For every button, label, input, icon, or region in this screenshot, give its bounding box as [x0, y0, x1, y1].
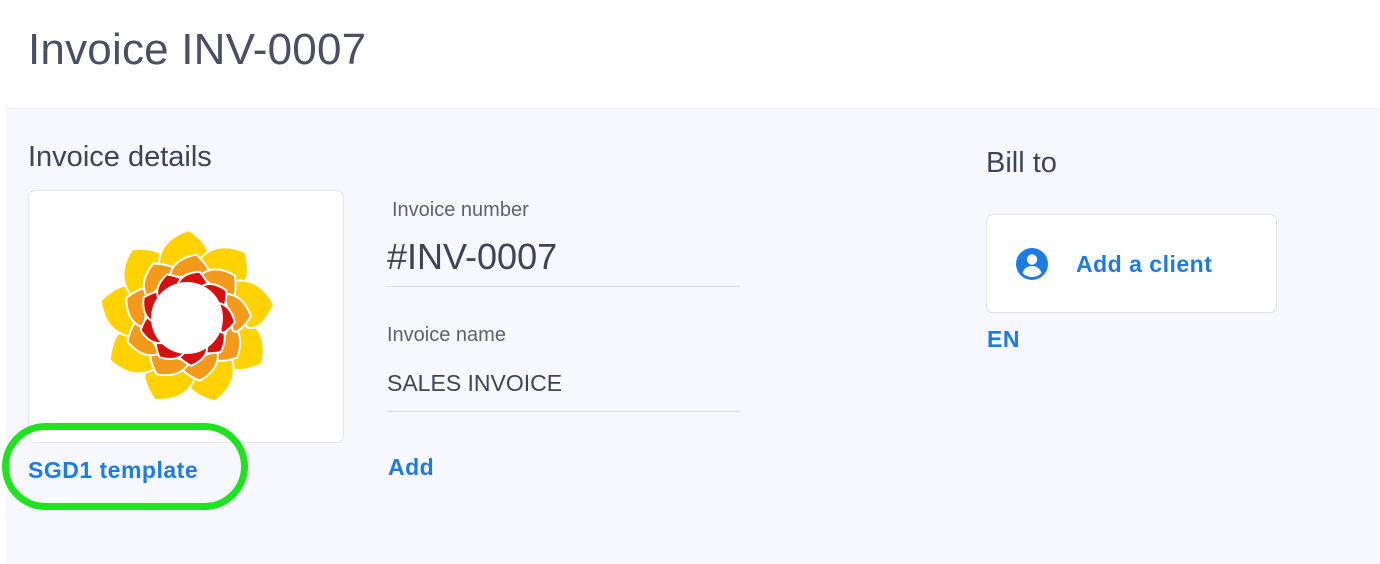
invoice-number-field[interactable]: #INV-0007 — [387, 235, 557, 279]
add-client-label: Add a client — [1076, 251, 1213, 277]
template-link[interactable]: SGD1 template — [28, 456, 198, 484]
page-header: Invoice INV-0007 — [0, 0, 1380, 108]
invoice-name-underline — [387, 411, 740, 412]
add-link[interactable]: Add — [388, 453, 434, 481]
invoice-number-underline — [387, 286, 740, 287]
invoice-name-label: Invoice name — [387, 324, 506, 346]
invoice-name-field[interactable]: SALES INVOICE — [387, 369, 562, 397]
bill-to-heading: Bill to — [986, 147, 1057, 179]
logo-upload-box[interactable] — [28, 190, 344, 443]
logo-center — [151, 282, 223, 354]
page-title: Invoice INV-0007 — [28, 25, 367, 74]
sunflower-logo-icon — [99, 231, 276, 403]
account-circle-icon — [1016, 248, 1048, 280]
invoice-details-heading: Invoice details — [28, 141, 212, 173]
invoice-content: Invoice details SGD1 template Invoice nu… — [2, 108, 1380, 564]
invoice-number-label: Invoice number — [392, 199, 529, 221]
add-client-button[interactable]: Add a client — [986, 214, 1277, 313]
language-link[interactable]: EN — [987, 325, 1020, 353]
